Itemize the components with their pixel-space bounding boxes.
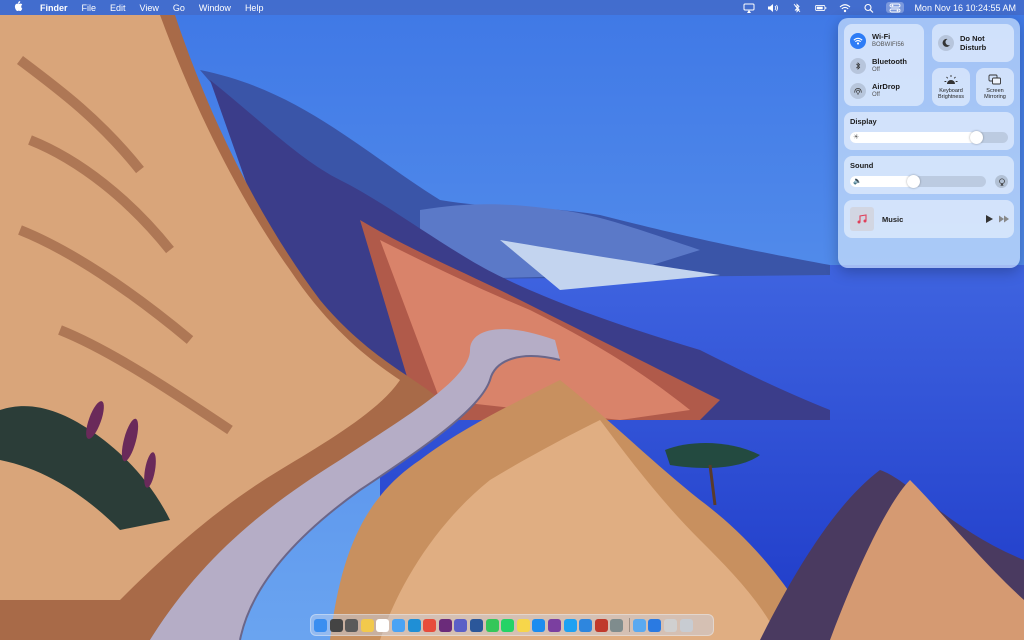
dock-launchpad-icon[interactable] xyxy=(329,618,343,632)
airplay-audio-button[interactable] xyxy=(995,175,1008,188)
dock-notes-icon[interactable] xyxy=(516,618,530,632)
control-center-icon[interactable] xyxy=(886,2,905,13)
menu-edit[interactable]: Edit xyxy=(110,3,126,13)
airdrop-icon xyxy=(850,83,866,99)
wifi-network-name: BOBWIFI56 xyxy=(872,42,905,48)
battery-icon[interactable] xyxy=(814,2,828,13)
dock-chrome-icon[interactable] xyxy=(423,618,437,632)
dock-photos-icon[interactable] xyxy=(360,618,374,632)
volume-slider[interactable]: 🔈 xyxy=(850,175,986,188)
dock-app-store-2-icon[interactable] xyxy=(648,618,662,632)
dock-whatsapp-icon[interactable] xyxy=(501,618,515,632)
do-not-disturb-toggle[interactable]: Do Not Disturb xyxy=(932,24,1014,62)
dock-trash-icon[interactable] xyxy=(679,618,693,632)
airplay-audio-icon xyxy=(998,177,1005,186)
keyboard-brightness-label: Keyboard Brightness xyxy=(938,87,964,101)
screen-mirroring-label: Screen Mirroring xyxy=(984,87,1006,101)
bluetooth-toggle[interactable]: Bluetooth Off xyxy=(850,57,907,75)
display-slider-knob[interactable] xyxy=(970,131,983,144)
menu-bar: Finder File Edit View Go Window Help Mon… xyxy=(0,0,1024,15)
screen-mirroring-icon xyxy=(988,74,1001,84)
bluetooth-off-icon[interactable] xyxy=(790,2,804,13)
airplay-display-icon[interactable] xyxy=(742,2,756,13)
dock-teams-icon[interactable] xyxy=(454,618,468,632)
dock-finder-icon[interactable] xyxy=(314,618,327,632)
airdrop-text: AirDrop Off xyxy=(872,82,900,100)
menu-bar-status: Mon Nov 16 10:24:55 AM xyxy=(732,0,1016,15)
apple-icon[interactable] xyxy=(10,1,26,14)
control-center-panel: Wi-Fi BOBWIFI56 Bluetooth Off AirDrop Of… xyxy=(838,18,1020,268)
keyboard-brightness-button[interactable]: Keyboard Brightness xyxy=(932,68,970,106)
menu-view[interactable]: View xyxy=(140,3,159,13)
music-note-icon xyxy=(857,214,867,224)
menu-bar-left: Finder File Edit View Go Window Help xyxy=(0,0,263,15)
music-label: Music xyxy=(882,214,904,224)
wifi-icon[interactable] xyxy=(838,2,852,13)
keyboard-brightness-icon xyxy=(944,74,958,84)
music-artwork xyxy=(850,207,874,231)
bluetooth-icon xyxy=(850,58,866,74)
search-icon[interactable] xyxy=(862,2,876,13)
wifi-icon xyxy=(850,33,866,49)
display-slider-fill xyxy=(850,132,976,143)
sun-icon: ☀ xyxy=(853,134,860,141)
dock-edge-icon[interactable] xyxy=(407,618,421,632)
dock-messages-or-mail-icon[interactable] xyxy=(391,618,405,632)
bluetooth-status: Off xyxy=(872,67,880,73)
dock-onenote-icon[interactable] xyxy=(547,618,561,632)
dock xyxy=(310,614,714,636)
menu-clock[interactable]: Mon Nov 16 10:24:55 AM xyxy=(914,3,1016,13)
display-brightness-slider[interactable]: ☀ xyxy=(850,131,1008,144)
display-tile: Display ☀ xyxy=(844,112,1014,150)
dock-acrobat-icon[interactable] xyxy=(594,618,608,632)
volume-slider-knob[interactable] xyxy=(907,175,920,188)
play-icon[interactable] xyxy=(984,214,994,224)
dock-slack-icon[interactable] xyxy=(438,618,452,632)
airdrop-toggle[interactable]: AirDrop Off xyxy=(850,82,900,100)
wifi-text: Wi-Fi BOBWIFI56 xyxy=(872,32,904,50)
wifi-toggle[interactable]: Wi-Fi BOBWIFI56 xyxy=(850,32,904,50)
music-tile[interactable]: Music xyxy=(844,200,1014,238)
dock-app-store-icon[interactable] xyxy=(532,618,546,632)
dock-system-preferences-icon[interactable] xyxy=(610,618,624,632)
dock-screenshot-icon[interactable] xyxy=(345,618,359,632)
moon-icon xyxy=(938,35,954,51)
menu-app-name[interactable]: Finder xyxy=(40,3,68,13)
dock-separator xyxy=(628,618,630,632)
menu-window[interactable]: Window xyxy=(199,3,231,13)
bluetooth-label: Bluetooth xyxy=(872,57,907,66)
do-not-disturb-label: Do Not Disturb xyxy=(960,34,987,52)
dock-preview-icon[interactable] xyxy=(664,618,678,632)
menu-file[interactable]: File xyxy=(82,3,97,13)
speaker-icon: 🔈 xyxy=(853,178,862,185)
dock-folder-icon[interactable] xyxy=(632,618,646,632)
dock-calendar-icon[interactable] xyxy=(376,618,390,632)
screen-mirroring-button[interactable]: Screen Mirroring xyxy=(976,68,1014,106)
sound-label: Sound xyxy=(850,161,874,170)
dock-safari-icon[interactable] xyxy=(579,618,593,632)
fast-forward-icon[interactable] xyxy=(998,214,1010,224)
airdrop-status: Off xyxy=(872,92,880,98)
bluetooth-text: Bluetooth Off xyxy=(872,57,907,75)
volume-icon[interactable] xyxy=(766,2,780,13)
airdrop-label: AirDrop xyxy=(872,82,900,91)
connectivity-tile: Wi-Fi BOBWIFI56 Bluetooth Off AirDrop Of… xyxy=(844,24,924,106)
menu-go[interactable]: Go xyxy=(173,3,185,13)
wifi-label: Wi-Fi xyxy=(872,32,891,41)
menu-help[interactable]: Help xyxy=(245,3,264,13)
dock-word-icon[interactable] xyxy=(469,618,483,632)
display-label: Display xyxy=(850,117,877,126)
dock-twitter-icon[interactable] xyxy=(563,618,577,632)
dock-facetime-icon[interactable] xyxy=(485,618,499,632)
sound-tile: Sound 🔈 xyxy=(844,156,1014,194)
